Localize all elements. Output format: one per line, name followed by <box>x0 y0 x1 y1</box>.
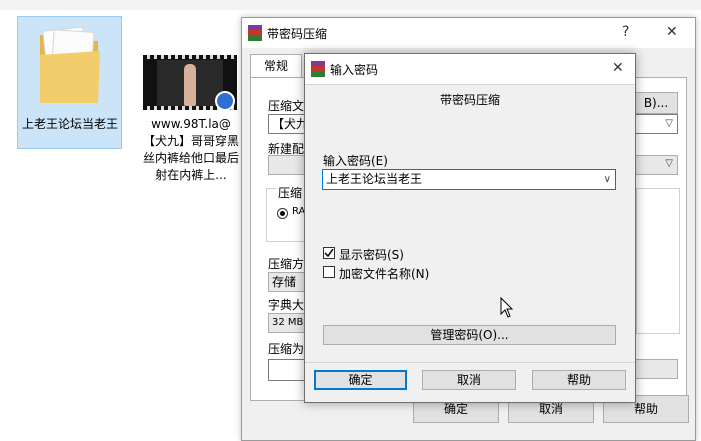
mouse-cursor-icon <box>500 297 514 318</box>
video-frame <box>157 60 223 106</box>
folder-icon <box>40 26 100 103</box>
desktop-top-strip <box>0 0 701 10</box>
folder-label: 上老王论坛当老王 <box>21 117 118 131</box>
winrar-icon <box>311 61 325 77</box>
format-group-label: 压缩 <box>276 184 305 201</box>
split-unit-combo[interactable] <box>634 359 678 379</box>
video-thumbnail[interactable] <box>143 55 237 111</box>
help-title-button[interactable]: ? <box>622 24 629 40</box>
manage-passwords-button[interactable]: 管理密码(O)... <box>323 325 616 345</box>
archive-dialog-title: 带密码压缩 <box>267 27 328 41</box>
password-label: 输入密码(E) <box>323 154 388 168</box>
show-password-checkbox[interactable] <box>323 247 335 259</box>
tab-general[interactable]: 常规 <box>250 54 302 78</box>
format-radio[interactable] <box>277 208 288 219</box>
archive-name-label: 压缩文 <box>268 99 305 113</box>
checkmark-icon <box>324 248 334 258</box>
close-icon[interactable]: ✕ <box>612 60 624 76</box>
close-title-button[interactable]: ✕ <box>666 24 678 40</box>
method-label: 压缩方 <box>268 257 305 271</box>
chevron-down-icon: ▽ <box>665 118 673 129</box>
chevron-down-icon: ▽ <box>665 158 673 169</box>
password-dialog: 输入密码 ✕ 带密码压缩 输入密码(E) 上老王论坛当老王 ∨ 显示密码(S) … <box>304 53 636 403</box>
archive-dialog-titlebar: 带密码压缩 ? ✕ <box>242 18 695 48</box>
winrar-icon <box>248 25 262 41</box>
video-label: www.98T.la@ 【犬九】哥哥穿黑丝内裤给他口最后射在内裤上... <box>142 117 239 182</box>
browse-button[interactable]: B)... <box>634 92 678 114</box>
show-password-label: 显示密码(S) <box>339 248 404 262</box>
encrypt-names-checkbox[interactable] <box>323 266 335 278</box>
dict-label: 字典大 <box>268 298 305 312</box>
password-input[interactable]: 上老王论坛当老王 ∨ <box>322 169 616 190</box>
chevron-down-icon: ∨ <box>603 174 611 185</box>
password-dialog-titlebar: 输入密码 ✕ <box>305 54 635 84</box>
password-dialog-title: 输入密码 <box>330 63 379 77</box>
encrypt-names-label: 加密文件名称(N) <box>339 267 430 281</box>
options-group <box>636 188 680 334</box>
split-label: 压缩为 <box>268 342 305 356</box>
shortcut-overlay-icon <box>215 91 235 111</box>
ok-button[interactable]: 确定 <box>314 370 407 390</box>
footer-divider <box>305 362 635 363</box>
help-button[interactable]: 帮助 <box>532 370 626 390</box>
titlebar-divider <box>305 84 635 85</box>
cancel-button[interactable]: 取消 <box>422 370 516 390</box>
password-heading: 带密码压缩 <box>439 93 500 107</box>
